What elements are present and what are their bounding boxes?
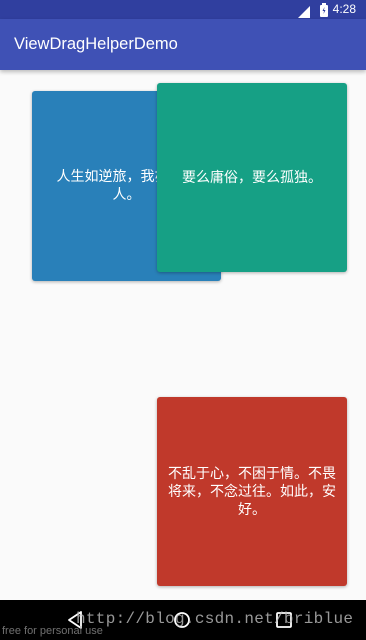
drag-card-green[interactable]: 要么庸俗，要么孤独。 bbox=[157, 83, 347, 272]
status-bar: 4:28 bbox=[0, 0, 366, 19]
card-text-red: 不乱于心，不困于情。不畏将来，不念过往。如此，安好。 bbox=[168, 465, 336, 518]
watermark-url: http://blog.csdn.net/briblue bbox=[76, 610, 354, 628]
app-title: ViewDragHelperDemo bbox=[14, 35, 178, 53]
drag-card-red[interactable]: 不乱于心，不困于情。不畏将来，不念过往。如此，安好。 bbox=[157, 397, 347, 586]
app-bar: ViewDragHelperDemo bbox=[0, 19, 366, 70]
status-time: 4:28 bbox=[332, 2, 356, 16]
watermark-note: free for personal use bbox=[2, 625, 103, 637]
drag-container: 人生如逆旅，我亦是行人。 要么庸俗，要么孤独。 不乱于心，不困于情。不畏将来，不… bbox=[0, 70, 366, 600]
card-text-green: 要么庸俗，要么孤独。 bbox=[182, 169, 322, 186]
